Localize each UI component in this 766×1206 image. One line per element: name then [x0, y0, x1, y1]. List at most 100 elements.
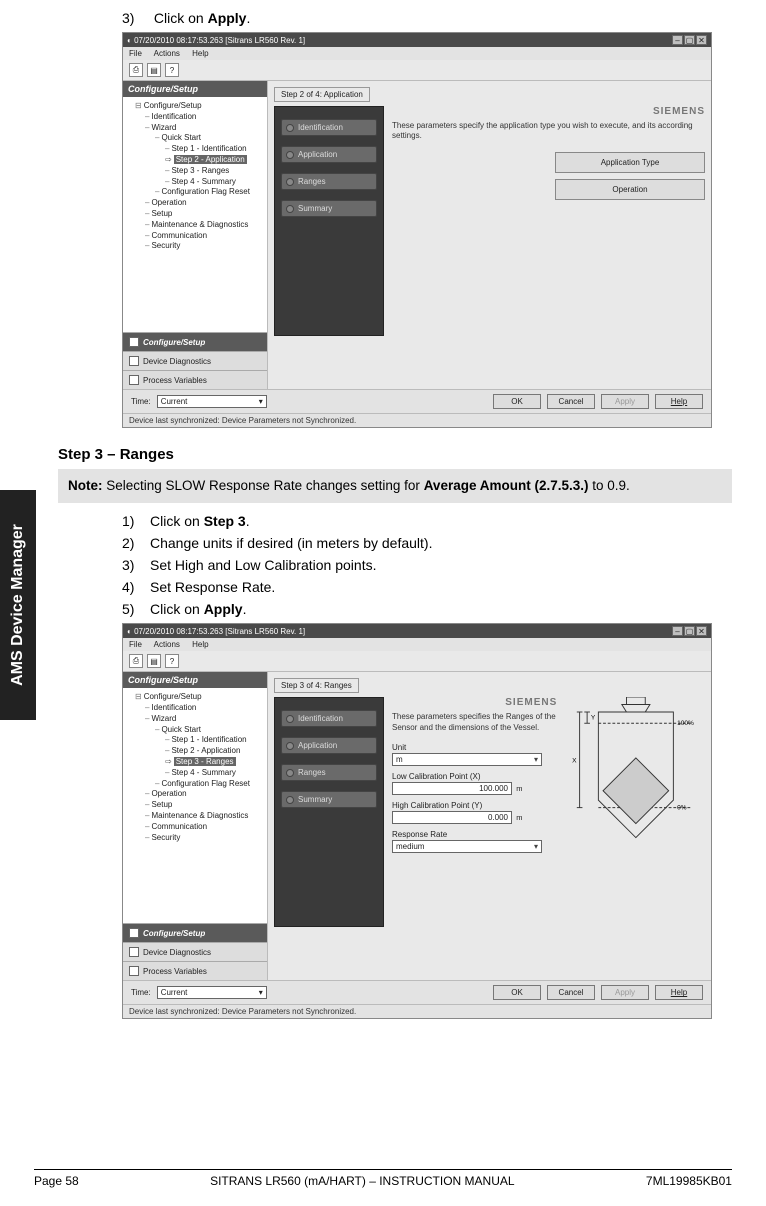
- wrench-icon: [129, 928, 139, 938]
- tree-configure-setup[interactable]: Configure/Setup: [135, 692, 265, 703]
- doc-number: 7ML19985KB01: [646, 1174, 732, 1188]
- wizard-nav-ranges[interactable]: Ranges: [281, 764, 377, 781]
- wizard-nav-application[interactable]: Application: [281, 146, 377, 163]
- wizard-nav-ranges[interactable]: Ranges: [281, 173, 377, 190]
- close-icon[interactable]: ✕: [696, 35, 707, 45]
- minimize-icon[interactable]: –: [672, 626, 683, 636]
- tree-step1[interactable]: Step 1 - Identification: [165, 144, 265, 155]
- tree-setup[interactable]: Setup: [145, 209, 265, 220]
- wizard-nav-panel: Identification Application Ranges Summar…: [274, 106, 384, 336]
- nav-device-diagnostics[interactable]: Device Diagnostics: [123, 351, 267, 370]
- ok-button[interactable]: OK: [493, 394, 541, 409]
- nav-configure-setup[interactable]: Configure/Setup: [123, 923, 267, 942]
- menu-file[interactable]: File: [129, 640, 142, 649]
- tree-view[interactable]: Configure/Setup Identification Wizard Qu…: [123, 688, 267, 923]
- wizard-nav-identification[interactable]: Identification: [281, 710, 377, 727]
- step-3-ranges-heading: Step 3 – Ranges: [58, 446, 732, 463]
- tree-step1[interactable]: Step 1 - Identification: [165, 735, 265, 746]
- menu-actions[interactable]: Actions: [154, 49, 180, 58]
- tree-security[interactable]: Security: [145, 833, 265, 844]
- variables-icon: [129, 966, 139, 976]
- tree-step4[interactable]: Step 4 - Summary: [165, 768, 265, 779]
- tree-identification[interactable]: Identification: [145, 703, 265, 714]
- cancel-button[interactable]: Cancel: [547, 394, 595, 409]
- tree-quick-start[interactable]: Quick Start: [155, 133, 265, 144]
- apply-button[interactable]: Apply: [601, 985, 649, 1000]
- toolbar-print-icon[interactable]: ⎙: [129, 63, 143, 77]
- ok-button[interactable]: OK: [493, 985, 541, 1000]
- nav-process-variables[interactable]: Process Variables: [123, 961, 267, 980]
- tree-step4[interactable]: Step 4 - Summary: [165, 177, 265, 188]
- tree-security[interactable]: Security: [145, 241, 265, 252]
- tree-maintenance[interactable]: Maintenance & Diagnostics: [145, 220, 265, 231]
- cancel-button[interactable]: Cancel: [547, 985, 595, 1000]
- toolbar-preview-icon[interactable]: ▤: [147, 63, 161, 77]
- window-title: 07/20/2010 08:17:53.263 [Sitrans LR560 R…: [134, 36, 305, 45]
- help-button[interactable]: Help: [655, 394, 703, 409]
- tree-config-flag-reset[interactable]: Configuration Flag Reset: [155, 779, 265, 790]
- maximize-icon[interactable]: ▢: [684, 626, 695, 636]
- maximize-icon[interactable]: ▢: [684, 35, 695, 45]
- close-icon[interactable]: ✕: [696, 626, 707, 636]
- tree-communication[interactable]: Communication: [145, 822, 265, 833]
- tree-maintenance[interactable]: Maintenance & Diagnostics: [145, 811, 265, 822]
- toolbar-print-icon[interactable]: ⎙: [129, 654, 143, 668]
- tree-communication[interactable]: Communication: [145, 231, 265, 242]
- tree-configure-setup[interactable]: Configure/Setup: [135, 101, 265, 112]
- tree-wizard[interactable]: Wizard: [145, 714, 265, 725]
- high-cal-label: High Calibration Point (Y): [392, 801, 557, 810]
- menu-actions[interactable]: Actions: [154, 640, 180, 649]
- window-title-bar: ◐ 07/20/2010 08:17:53.263 [Sitrans LR560…: [123, 624, 711, 638]
- panel-description: These parameters specifies the Ranges of…: [392, 712, 557, 733]
- response-rate-select[interactable]: medium: [392, 840, 542, 853]
- globe-icon: ◐: [127, 627, 134, 636]
- tree-step3[interactable]: Step 3 - Ranges: [165, 757, 265, 768]
- nav-process-variables[interactable]: Process Variables: [123, 370, 267, 389]
- nav-configure-setup[interactable]: Configure/Setup: [123, 332, 267, 351]
- wizard-nav-summary[interactable]: Summary: [281, 791, 377, 808]
- application-type-button[interactable]: Application Type: [555, 152, 705, 173]
- menu-bar: File Actions Help: [123, 47, 711, 60]
- side-tab: AMS Device Manager: [0, 490, 36, 720]
- tree-operation[interactable]: Operation: [145, 198, 265, 209]
- panel-description: These parameters specify the application…: [392, 121, 705, 142]
- tree-setup[interactable]: Setup: [145, 800, 265, 811]
- menu-help[interactable]: Help: [192, 640, 208, 649]
- tree-view[interactable]: Configure/Setup Identification Wizard Qu…: [123, 97, 267, 332]
- low-cal-input[interactable]: 100.000: [392, 782, 512, 795]
- tree-config-flag-reset[interactable]: Configuration Flag Reset: [155, 187, 265, 198]
- wizard-nav-identification[interactable]: Identification: [281, 119, 377, 136]
- tree-quick-start[interactable]: Quick Start: [155, 725, 265, 736]
- tree-step2[interactable]: Step 2 - Application: [165, 155, 265, 166]
- vessel-diagram: Y X 100% 0%: [567, 697, 705, 859]
- wizard-step-tab[interactable]: Step 2 of 4: Application: [274, 87, 370, 102]
- wizard-nav-application[interactable]: Application: [281, 737, 377, 754]
- tree-step2[interactable]: Step 2 - Application: [165, 746, 265, 757]
- time-select[interactable]: Current: [157, 986, 267, 999]
- high-cal-input[interactable]: 0.000: [392, 811, 512, 824]
- siemens-logo: SIEMENS: [392, 106, 705, 117]
- unit-select[interactable]: m: [392, 753, 542, 766]
- tree-operation[interactable]: Operation: [145, 789, 265, 800]
- help-button[interactable]: Help: [655, 985, 703, 1000]
- diagnostics-icon: [129, 356, 139, 366]
- steps-list: 1)Click on Step 3. 2)Change units if des…: [122, 513, 732, 617]
- note-box: Note: Selecting SLOW Response Rate chang…: [58, 469, 732, 503]
- nav-device-diagnostics[interactable]: Device Diagnostics: [123, 942, 267, 961]
- time-select[interactable]: Current: [157, 395, 267, 408]
- menu-file[interactable]: File: [129, 49, 142, 58]
- tree-identification[interactable]: Identification: [145, 112, 265, 123]
- toolbar-help-icon[interactable]: ?: [165, 63, 179, 77]
- low-cal-unit: m: [516, 784, 522, 793]
- operation-button[interactable]: Operation: [555, 179, 705, 200]
- menu-bar: File Actions Help: [123, 638, 711, 651]
- minimize-icon[interactable]: –: [672, 35, 683, 45]
- menu-help[interactable]: Help: [192, 49, 208, 58]
- wizard-nav-summary[interactable]: Summary: [281, 200, 377, 217]
- tree-step3[interactable]: Step 3 - Ranges: [165, 166, 265, 177]
- toolbar-preview-icon[interactable]: ▤: [147, 654, 161, 668]
- wizard-step-tab[interactable]: Step 3 of 4: Ranges: [274, 678, 359, 693]
- toolbar-help-icon[interactable]: ?: [165, 654, 179, 668]
- apply-button[interactable]: Apply: [601, 394, 649, 409]
- tree-wizard[interactable]: Wizard: [145, 123, 265, 134]
